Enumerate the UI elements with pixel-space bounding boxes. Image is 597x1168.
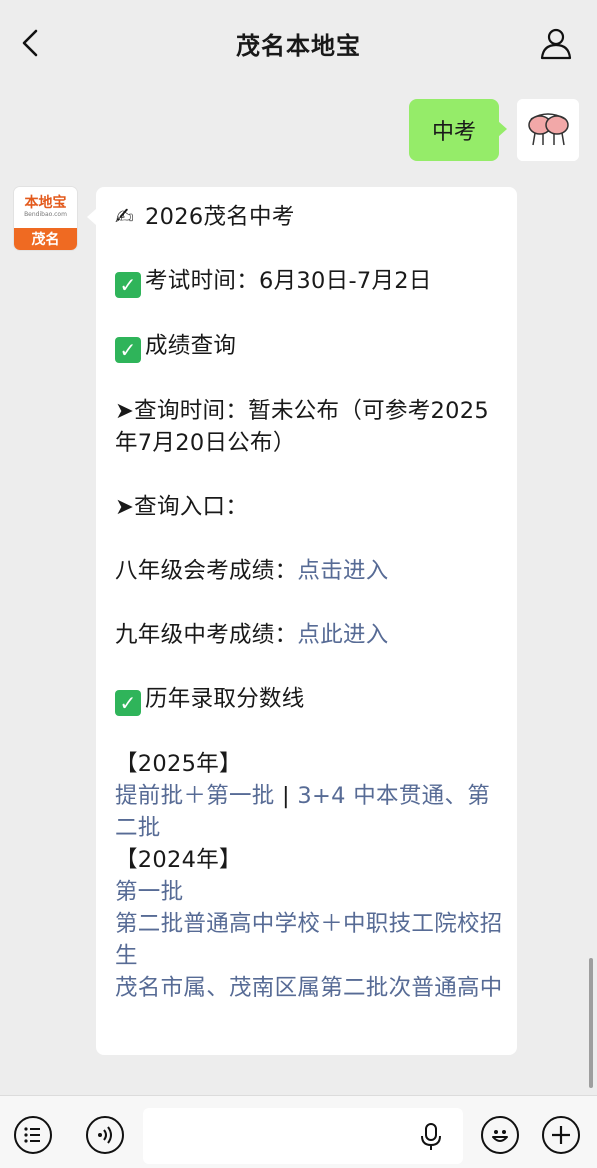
voice-button[interactable] — [86, 1116, 124, 1154]
check-icon: ✓ — [115, 337, 141, 363]
message-title-text: 2026茂名中考 — [145, 204, 295, 230]
grade9-label: 九年级中考成绩： — [115, 622, 298, 648]
check-icon: ✓ — [115, 690, 141, 716]
grade8-label: 八年级会考成绩： — [115, 558, 298, 584]
check-icon: ✓ — [115, 272, 141, 298]
chat-header: 茂名本地宝 — [0, 0, 597, 86]
voice-wave-icon — [98, 1126, 112, 1144]
history-text: 历年录取分数线 — [145, 686, 305, 712]
profile-icon[interactable] — [539, 26, 573, 60]
incoming-message-bubble: ✍ 2026茂名中考 ✓ 考试时间：6月30日-7月2日 ✓ 成绩查询 ➤查询时间：暂… — [87, 187, 517, 1055]
chat-title: 茂名本地宝 — [236, 32, 361, 60]
input-bar — [0, 1095, 597, 1168]
user-avatar-image — [517, 99, 579, 161]
y2025-link-batch1[interactable]: 提前批＋第一批 — [115, 783, 275, 809]
menu-button[interactable] — [14, 1116, 52, 1154]
plus-icon — [552, 1126, 570, 1144]
microphone-icon[interactable] — [419, 1122, 443, 1152]
y2024-link-batch2[interactable]: 第二批普通高中学校＋中职技工院校招生 — [115, 911, 503, 969]
message-content: ✍ 2026茂名中考 ✓ 考试时间：6月30日-7月2日 ✓ 成绩查询 ➤查询时间：暂… — [115, 201, 505, 1004]
menu-list-icon — [24, 1127, 40, 1143]
avatar-city: 茂名 — [14, 228, 77, 250]
user-avatar[interactable] — [517, 99, 579, 161]
emoji-button[interactable] — [481, 1116, 519, 1154]
grade9-link[interactable]: 点此进入 — [297, 622, 388, 648]
outgoing-message-text: 中考 — [431, 120, 476, 145]
smiley-icon — [492, 1130, 508, 1142]
year-2025-label: 【2025年】 — [115, 751, 242, 777]
y2024-link-batch3-row: 茂名市属、茂南区属第二批次普通高中 — [115, 972, 505, 1004]
more-button[interactable] — [542, 1116, 580, 1154]
score-query-text: 成绩查询 — [145, 333, 237, 359]
exam-time: ✓ 考试时间：6月30日-7月2日 — [115, 265, 505, 298]
exam-time-text: 考试时间：6月30日-7月2日 — [145, 268, 432, 294]
year-2025-links: 提前批＋第一批 | 3+4 中本贯通、第二批 — [115, 780, 505, 844]
outgoing-message-bubble[interactable]: 中考 — [409, 99, 507, 161]
message-input[interactable] — [143, 1108, 463, 1164]
query-entry: ➤查询入口： — [115, 494, 249, 520]
avatar-logo: 本地宝 Bendibao.com — [14, 187, 77, 228]
scrollbar[interactable] — [589, 958, 593, 1088]
y2024-link-batch3[interactable]: 茂名市属、茂南区属第二批次普通高中 — [115, 975, 503, 1001]
avatar-brand: 本地宝 — [24, 195, 67, 211]
official-account-avatar[interactable]: 本地宝 Bendibao.com 茂名 — [14, 187, 77, 250]
query-time: ➤查询时间：暂未公布（可参考2025年7月20日公布） — [115, 398, 490, 456]
y2024-link-batch1[interactable]: 第一批 — [115, 879, 183, 905]
year-2024-label: 【2024年】 — [115, 847, 242, 873]
link-separator: | — [274, 783, 298, 809]
history-heading: ✓ 历年录取分数线 — [115, 683, 505, 716]
avatar-url: Bendibao.com — [24, 211, 67, 218]
message-title: ✍ 2026茂名中考 — [115, 201, 505, 233]
y2024-link-batch1-row: 第一批 — [115, 876, 505, 908]
grade8-link[interactable]: 点击进入 — [297, 558, 388, 584]
grade9-row: 九年级中考成绩：点此进入 — [115, 619, 505, 651]
grade8-row: 八年级会考成绩：点击进入 — [115, 555, 505, 587]
y2024-link-batch2-row: 第二批普通高中学校＋中职技工院校招生 — [115, 908, 505, 972]
score-query: ✓ 成绩查询 — [115, 330, 505, 363]
writing-hand-icon: ✍ — [115, 204, 135, 230]
